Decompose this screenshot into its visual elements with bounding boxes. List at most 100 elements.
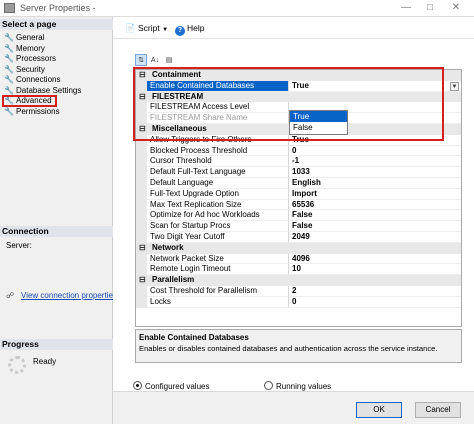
wrench-icon: 🔧 <box>4 106 14 116</box>
collapse-icon[interactable]: ⊟ <box>139 275 147 286</box>
property-value[interactable]: False <box>289 210 461 222</box>
chevron-down-icon[interactable]: ▼ <box>450 81 459 91</box>
page-item-permissions[interactable]: 🔧 Permissions <box>3 107 111 118</box>
page-item-security[interactable]: 🔧 Security <box>3 65 111 76</box>
categorized-sort-icon[interactable]: ⇅ <box>135 54 147 66</box>
property-name[interactable]: FILESTREAM Share Name <box>136 113 289 124</box>
page-item-general[interactable]: 🔧 General <box>3 33 111 44</box>
collapse-icon[interactable]: ⊟ <box>139 70 147 81</box>
dropdown-option-true[interactable]: True <box>290 111 347 122</box>
category-parallelism[interactable]: ⊟ Parallelism <box>136 275 461 286</box>
property-name[interactable]: Optimize for Ad hoc Workloads <box>136 210 289 222</box>
running-values-radio[interactable]: Running values <box>264 381 331 391</box>
page-item-connections[interactable]: 🔧 Connections <box>3 75 111 86</box>
property-name[interactable]: Cursor Threshold <box>136 156 289 168</box>
property-value[interactable]: True <box>289 135 461 146</box>
property-name[interactable]: Default Language <box>136 177 289 189</box>
property-name[interactable]: Blocked Process Threshold <box>136 145 289 157</box>
property-row[interactable]: Default Language English <box>136 177 461 189</box>
ok-button[interactable]: OK <box>356 402 402 418</box>
page-item-label: Permissions <box>16 106 60 116</box>
wrench-icon: 🔧 <box>4 54 14 63</box>
collapse-icon[interactable]: ⊟ <box>139 124 147 135</box>
property-value-text: 0 <box>292 296 297 306</box>
property-value[interactable]: 4096 <box>289 254 461 265</box>
property-row[interactable]: Scan for Startup Procs False <box>136 221 461 232</box>
help-button[interactable]: ? Help <box>175 23 204 36</box>
property-value[interactable]: 0 <box>289 146 461 157</box>
property-value[interactable]: False <box>289 221 461 232</box>
property-name[interactable]: Enable Contained Databases <box>136 80 289 92</box>
property-row[interactable]: Default Full-Text Language 1033 <box>136 167 461 178</box>
row-margin <box>136 231 147 243</box>
property-row[interactable]: Max Text Replication Size 65536 <box>136 199 461 211</box>
property-row[interactable]: Cursor Threshold -1 <box>136 156 461 168</box>
property-value[interactable]: 1033 <box>289 167 461 178</box>
property-value[interactable]: True ▼ <box>289 81 461 92</box>
radio-selected-icon[interactable] <box>133 381 142 390</box>
property-name[interactable]: Cost Threshold for Parallelism <box>136 285 289 297</box>
property-value[interactable]: 10 <box>289 264 461 276</box>
property-value[interactable]: -1 <box>289 156 461 168</box>
radio-unselected-icon[interactable] <box>264 381 273 390</box>
property-value-text: False <box>292 210 313 220</box>
select-page-header: Select a page <box>0 19 113 30</box>
property-name[interactable]: FILESTREAM Access Level <box>136 102 289 114</box>
property-grid[interactable]: ⊟ Containment Enable Contained Databases Tr… <box>135 69 462 327</box>
property-row[interactable]: Optimize for Ad hoc Workloads False <box>136 210 461 222</box>
property-row[interactable]: Locks 0 <box>136 296 461 308</box>
view-connection-properties-link[interactable]: ☍ View connection properties <box>6 291 117 300</box>
property-value-text: English <box>292 177 321 187</box>
server-label: Server: <box>6 241 32 250</box>
row-margin <box>136 102 147 114</box>
category-containment[interactable]: ⊟ Containment <box>136 70 461 81</box>
property-name[interactable]: Locks <box>136 296 289 308</box>
progress-spinner-icon <box>8 356 26 374</box>
property-name[interactable]: Remote Login Timeout <box>136 264 289 276</box>
property-row[interactable]: Remote Login Timeout 10 <box>136 264 461 276</box>
configured-values-radio[interactable]: Configured values <box>133 381 209 391</box>
property-name[interactable]: Full-Text Upgrade Option <box>136 188 289 200</box>
script-button[interactable]: 📄 Script ▼ <box>125 23 168 34</box>
minimize-button[interactable]: — <box>396 1 416 15</box>
chevron-down-icon[interactable]: ▼ <box>162 27 168 33</box>
property-value[interactable]: English <box>289 178 461 189</box>
row-margin <box>136 210 147 222</box>
property-name[interactable]: Default Full-Text Language <box>136 167 289 178</box>
property-value[interactable]: 0 <box>289 297 461 308</box>
property-name[interactable]: Two Digit Year Cutoff <box>136 231 289 243</box>
property-value[interactable]: 2049 <box>289 232 461 243</box>
property-name[interactable]: Scan for Startup Procs <box>136 221 289 232</box>
category-label: Miscellaneous <box>152 123 207 133</box>
page-item-processors[interactable]: 🔧 Processors <box>3 54 111 65</box>
page-item-memory[interactable]: 🔧 Memory <box>3 44 111 55</box>
alphabetical-sort-icon[interactable]: A↓ <box>149 55 161 67</box>
property-row[interactable]: Enable Contained Databases True ▼ <box>136 80 461 92</box>
collapse-icon[interactable]: ⊟ <box>139 92 147 103</box>
maximize-button[interactable]: □ <box>420 1 440 15</box>
property-value-text: 65536 <box>292 199 315 209</box>
dropdown-option-false[interactable]: False <box>290 122 347 133</box>
view-connection-properties-label[interactable]: View connection properties <box>21 291 117 300</box>
property-pages-icon[interactable]: ▤ <box>163 55 175 67</box>
property-value-text: True <box>292 134 309 144</box>
property-row[interactable]: Cost Threshold for Parallelism 2 <box>136 285 461 297</box>
category-filestream[interactable]: ⊟ FILESTREAM <box>136 91 461 103</box>
property-name[interactable]: Max Text Replication Size <box>136 199 289 211</box>
property-value[interactable]: Import <box>289 189 461 200</box>
value-dropdown-list[interactable]: True False <box>289 110 348 135</box>
property-row[interactable]: Two Digit Year Cutoff 2049 <box>136 231 461 243</box>
cancel-button[interactable]: Cancel <box>415 402 461 418</box>
property-row[interactable]: Blocked Process Threshold 0 <box>136 145 461 157</box>
property-value[interactable]: 2 <box>289 286 461 297</box>
property-row[interactable]: Network Packet Size 4096 <box>136 253 461 265</box>
property-name[interactable]: Allow Triggers to Fire Others <box>136 134 289 146</box>
property-value[interactable]: 65536 <box>289 200 461 211</box>
close-button[interactable]: ✕ <box>446 1 466 15</box>
property-name[interactable]: Network Packet Size <box>136 253 289 265</box>
property-row[interactable]: Allow Triggers to Fire Others True <box>136 134 461 146</box>
category-network[interactable]: ⊟ Network <box>136 242 461 254</box>
property-row[interactable]: Full-Text Upgrade Option Import <box>136 188 461 200</box>
collapse-icon[interactable]: ⊟ <box>139 243 147 254</box>
wrench-icon: 🔧 <box>4 64 14 74</box>
